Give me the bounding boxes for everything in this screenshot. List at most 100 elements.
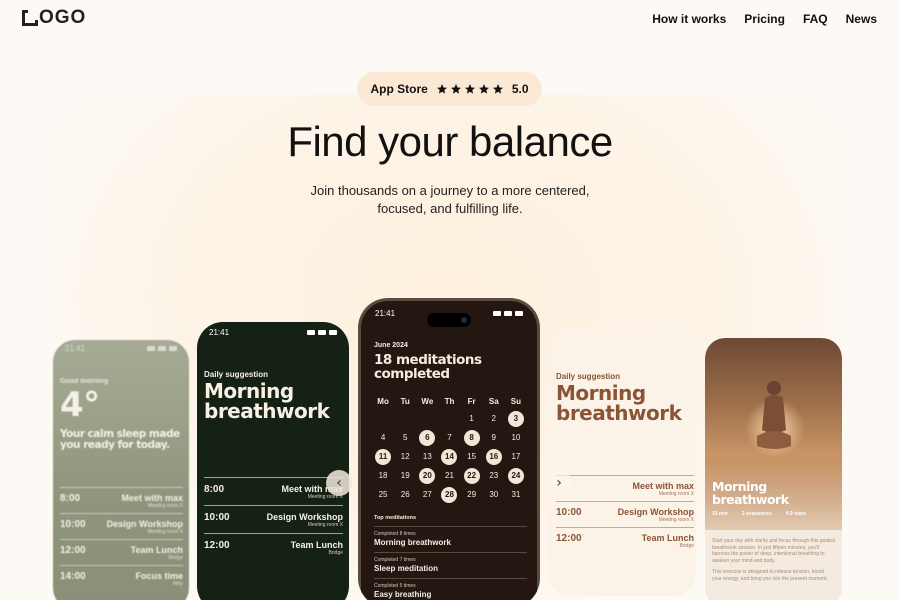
calendar-day[interactable]: 27 bbox=[416, 487, 438, 503]
badge-store-label: App Store bbox=[370, 82, 428, 96]
event-time: 10:00 bbox=[556, 507, 582, 518]
event-name: Team Lunch bbox=[130, 545, 183, 555]
calendar-day[interactable]: 1 bbox=[461, 411, 483, 427]
calendar-day-number: 25 bbox=[378, 490, 388, 499]
calendar-day[interactable]: 5 bbox=[394, 430, 416, 446]
greeting: Good morning bbox=[60, 378, 109, 385]
nav-link-how-it-works[interactable]: How it works bbox=[652, 12, 726, 26]
battery-icon bbox=[329, 329, 337, 335]
weekday-header: Tu bbox=[400, 397, 410, 406]
suggestion-label: Daily suggestion bbox=[556, 372, 621, 381]
calendar-day-number: 24 bbox=[507, 468, 524, 484]
event-location: Bridge bbox=[328, 550, 343, 556]
calendar-day-number: 14 bbox=[441, 449, 458, 465]
calendar-day[interactable]: 18 bbox=[372, 468, 394, 484]
calendar-day-number: 7 bbox=[447, 433, 452, 442]
calendar-day[interactable]: 10 bbox=[505, 430, 527, 446]
calendar-day[interactable]: 26 bbox=[394, 487, 416, 503]
calendar-day-number: 12 bbox=[400, 452, 410, 461]
calendar-day[interactable]: 14 bbox=[438, 449, 460, 465]
meditation-item[interactable]: Completed 5 times Easy breathing bbox=[374, 578, 527, 599]
schedule-item: 8:00 Meet with max Meeting room X bbox=[204, 477, 343, 505]
calendar-empty-cell bbox=[372, 411, 394, 427]
event-name: Focus time bbox=[135, 571, 183, 581]
calendar-day[interactable]: 24 bbox=[505, 468, 527, 484]
calendar-day[interactable]: 19 bbox=[394, 468, 416, 484]
app-store-rating-badge[interactable]: App Store 5.0 bbox=[357, 72, 542, 106]
calendar-day-number: 9 bbox=[491, 433, 496, 442]
calendar-day[interactable]: 22 bbox=[461, 468, 483, 484]
signal-icon bbox=[493, 311, 501, 316]
calendar-day[interactable]: 2 bbox=[483, 411, 505, 427]
meditation-name: Easy breathing bbox=[374, 590, 432, 599]
status-time: 21:41 bbox=[65, 343, 86, 353]
session-stats: 15 min 3 sequences 4.9 stars bbox=[712, 511, 806, 517]
event-name: Meet with max bbox=[632, 481, 694, 491]
calendar-day[interactable]: 11 bbox=[372, 449, 394, 465]
meditation-item[interactable]: Completed 8 times Morning breathwork bbox=[374, 526, 527, 547]
calendar-day-number: 18 bbox=[378, 471, 388, 480]
calendar-day-number: 13 bbox=[422, 452, 432, 461]
logo[interactable]: OGO bbox=[22, 8, 86, 28]
signal-icon bbox=[307, 329, 315, 335]
carousel-next-button[interactable]: › bbox=[546, 470, 572, 496]
calendar-day[interactable]: 9 bbox=[483, 430, 505, 446]
calendar-day-number: 30 bbox=[489, 490, 499, 499]
meditation-count: Completed 5 times bbox=[374, 583, 416, 589]
logo-text: OGO bbox=[39, 7, 87, 28]
status-icons bbox=[147, 345, 177, 351]
calendar-day[interactable]: 4 bbox=[372, 430, 394, 446]
calendar-day[interactable]: 28 bbox=[438, 487, 460, 503]
status-icons bbox=[493, 311, 523, 316]
calendar-day[interactable]: 12 bbox=[394, 449, 416, 465]
phone-screen: 21:41 June 2024 18 meditations completed… bbox=[361, 301, 537, 600]
event-time: 8:00 bbox=[60, 493, 81, 504]
headline-line-2: completed bbox=[374, 366, 450, 382]
nav-link-news[interactable]: News bbox=[846, 12, 877, 26]
calendar-day[interactable]: 7 bbox=[438, 430, 460, 446]
calendar-day[interactable]: 8 bbox=[461, 430, 483, 446]
meditating-person-figure bbox=[757, 381, 791, 449]
calendar-day[interactable]: 25 bbox=[372, 487, 394, 503]
calendar-day[interactable]: 6 bbox=[416, 430, 438, 446]
calendar-day[interactable]: 30 bbox=[483, 487, 505, 503]
calendar-day[interactable]: 16 bbox=[483, 449, 505, 465]
calendar-day[interactable]: 29 bbox=[461, 487, 483, 503]
calendar-day[interactable]: 31 bbox=[505, 487, 527, 503]
wifi-icon bbox=[318, 329, 326, 335]
calendar-day[interactable]: 21 bbox=[438, 468, 460, 484]
calendar-day[interactable]: 13 bbox=[416, 449, 438, 465]
event-time: 12:00 bbox=[60, 545, 86, 556]
suggestion-title-line-1: Morning bbox=[556, 381, 646, 405]
schedule-item: 12:00 Team Lunch Bridge bbox=[204, 533, 343, 561]
schedule-item: 10:00 Design Workshop Meeting room X bbox=[60, 513, 183, 539]
calendar-day-number: 20 bbox=[419, 468, 436, 484]
carousel-prev-button[interactable]: ‹ bbox=[326, 470, 352, 496]
stat-duration: 15 min bbox=[712, 511, 728, 517]
nav-link-faq[interactable]: FAQ bbox=[803, 12, 828, 26]
calendar-day[interactable]: 23 bbox=[483, 468, 505, 484]
schedule-list: 8:00 Meet with max Meeting room X 10:00 Des… bbox=[204, 477, 343, 561]
calendar-day-number: 11 bbox=[375, 449, 392, 465]
meditation-photo: Morning breathwork 15 min 3 sequences 4.… bbox=[705, 338, 842, 530]
calendar-day-number: 21 bbox=[445, 471, 454, 480]
calendar-month: June 2024 bbox=[374, 342, 408, 349]
calendar-day[interactable]: 17 bbox=[505, 449, 527, 465]
meditation-item[interactable]: Completed 7 times Sleep meditation bbox=[374, 552, 527, 573]
description-paragraph: This exercise is designed to release ten… bbox=[712, 569, 828, 582]
nav-link-pricing[interactable]: Pricing bbox=[744, 12, 785, 26]
event-name: Design Workshop bbox=[617, 507, 694, 517]
detail-title-line-2: breathwork bbox=[712, 492, 789, 507]
hero-title: Find your balance bbox=[287, 118, 613, 165]
calendar-day-number: 17 bbox=[511, 452, 521, 461]
calendar-day-number: 1 bbox=[469, 414, 474, 423]
calendar-day[interactable]: 20 bbox=[416, 468, 438, 484]
calendar-day[interactable]: 15 bbox=[461, 449, 483, 465]
event-location: Meeting room X bbox=[307, 522, 343, 528]
headline-line-1: 18 meditations bbox=[374, 352, 482, 368]
calendar-day-number: 4 bbox=[380, 433, 386, 442]
event-time: 10:00 bbox=[204, 512, 230, 523]
calendar-day[interactable]: 3 bbox=[505, 411, 527, 427]
status-time: 21:41 bbox=[209, 327, 230, 337]
calendar-day-number: 26 bbox=[400, 490, 410, 499]
